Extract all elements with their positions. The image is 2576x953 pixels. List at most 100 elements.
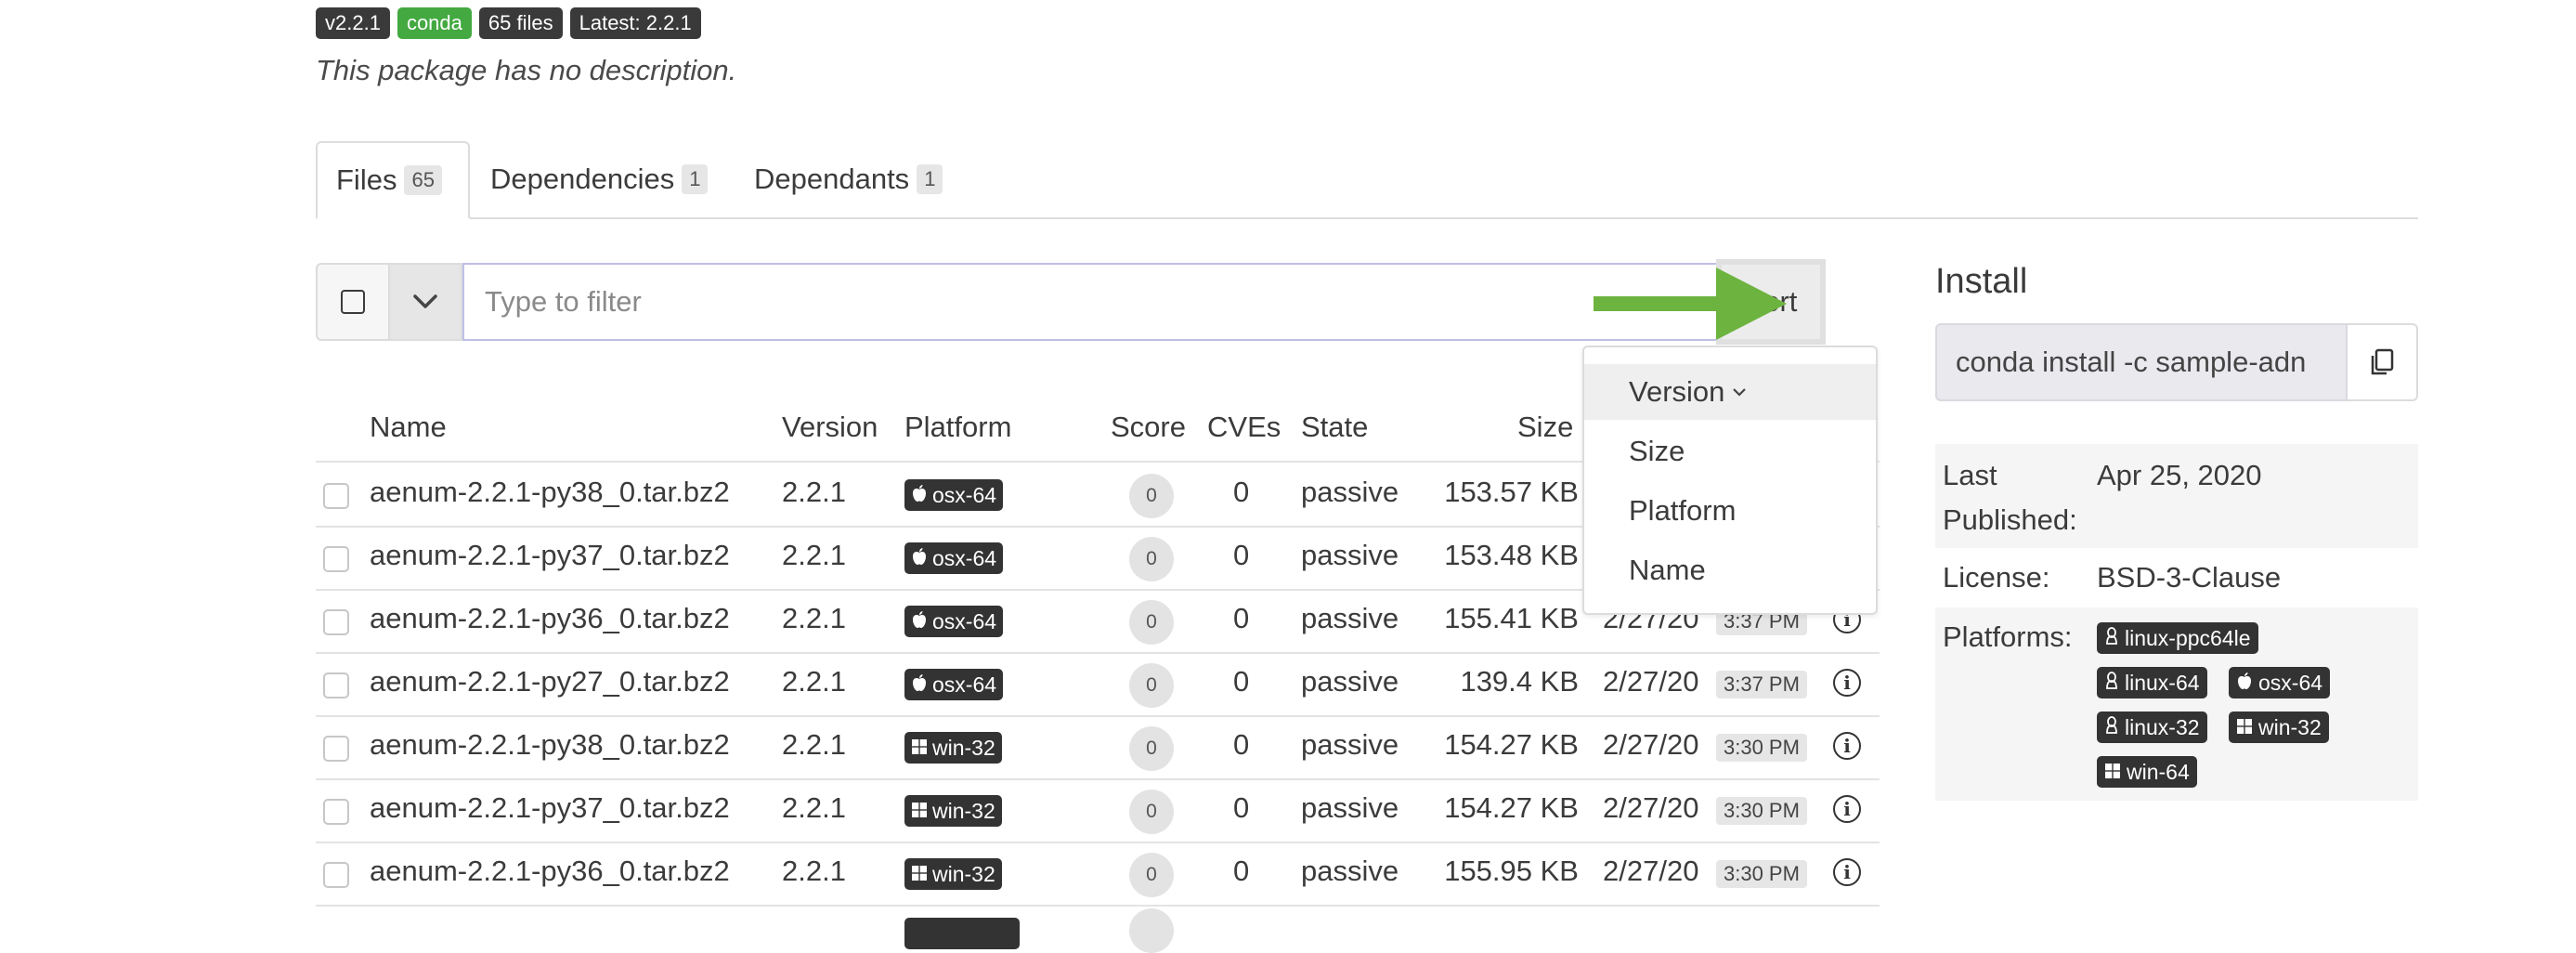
upload-time-badge: 3:30 PM	[1716, 860, 1807, 888]
file-name-link[interactable]: aenum-2.2.1-py38_0.tar.bz2	[370, 728, 730, 762]
windows-icon	[912, 866, 927, 881]
file-name-link[interactable]: aenum-2.2.1-py36_0.tar.bz2	[370, 855, 730, 888]
cve-count: 0	[1233, 539, 1250, 571]
platform-badge-osx-64: osx-64	[2229, 667, 2331, 698]
col-header-score[interactable]: Score	[1111, 411, 1186, 444]
tab-dependants[interactable]: Dependants 1	[735, 141, 961, 217]
file-size: 153.57 KB	[1444, 476, 1579, 508]
table-row[interactable]	[316, 907, 1880, 953]
row-checkbox[interactable]	[323, 546, 349, 572]
select-all-checkbox[interactable]	[341, 290, 365, 314]
platform-badge-linux-ppc64le: linux-ppc64le	[2097, 622, 2258, 654]
col-header-state[interactable]: State	[1301, 411, 1368, 444]
platform-badge-win-32: win-32	[2229, 711, 2329, 743]
file-name-link[interactable]: aenum-2.2.1-py38_0.tar.bz2	[370, 476, 730, 509]
file-version: 2.2.1	[782, 476, 846, 508]
install-command-field[interactable]: conda install -c sample-adn	[1935, 323, 2348, 401]
file-name-link[interactable]: aenum-2.2.1-py27_0.tar.bz2	[370, 665, 730, 698]
platform-label: win-32	[932, 862, 995, 886]
version-badges: v2.2.1 conda 65 files Latest: 2.2.1	[316, 7, 701, 39]
filter-input[interactable]	[462, 263, 1718, 341]
platform-label: osx-64	[932, 483, 997, 507]
apple-icon	[2238, 672, 2251, 689]
file-name-link[interactable]: aenum-2.2.1-py37_0.tar.bz2	[370, 539, 730, 572]
platforms-label: Platforms:	[1943, 620, 2073, 653]
info-icon[interactable]: i	[1833, 795, 1861, 823]
file-state: passive	[1301, 476, 1399, 508]
row-checkbox[interactable]	[323, 609, 349, 635]
info-icon[interactable]: i	[1833, 732, 1861, 760]
col-header-cves[interactable]: CVEs	[1207, 411, 1281, 444]
score-badge: 0	[1129, 537, 1174, 581]
row-checkbox[interactable]	[323, 736, 349, 762]
file-version: 2.2.1	[782, 791, 846, 824]
file-state: passive	[1301, 665, 1399, 698]
row-checkbox[interactable]	[323, 483, 349, 509]
col-header-name[interactable]: Name	[370, 411, 447, 444]
table-row[interactable]: aenum-2.2.1-py27_0.tar.bz2 2.2.1 osx-64 …	[316, 652, 1880, 715]
windows-icon	[912, 803, 927, 817]
tab-dependencies[interactable]: Dependencies 1	[472, 141, 726, 217]
table-row[interactable]: aenum-2.2.1-py36_0.tar.bz2 2.2.1 win-32 …	[316, 842, 1880, 905]
file-name-link[interactable]: aenum-2.2.1-py37_0.tar.bz2	[370, 791, 730, 825]
sort-option-version[interactable]: Version	[1584, 364, 1876, 420]
apple-icon	[913, 485, 926, 502]
upload-time-badge: 3:30 PM	[1716, 797, 1807, 825]
platform-label: win-32	[932, 799, 995, 823]
col-header-platform[interactable]: Platform	[904, 411, 1011, 444]
table-row[interactable]: aenum-2.2.1-py37_0.tar.bz2 2.2.1 win-32 …	[316, 778, 1880, 842]
file-version: 2.2.1	[782, 665, 846, 698]
apple-icon	[913, 674, 926, 691]
latest-version-badge: Latest: 2.2.1	[569, 7, 701, 39]
info-icon[interactable]: i	[1833, 669, 1861, 697]
row-checkbox[interactable]	[323, 799, 349, 825]
col-header-size[interactable]: Size	[1517, 411, 1573, 444]
license-row: License: BSD-3-Clause	[1935, 548, 2418, 606]
row-checkbox[interactable]	[323, 862, 349, 888]
file-version: 2.2.1	[782, 855, 846, 887]
last-published-row: Last Published: Apr 25, 2020	[1935, 444, 2418, 548]
arrow-annotation-icon	[1594, 268, 1787, 340]
linux-icon	[2106, 716, 2117, 734]
platform-badge: osx-64	[904, 542, 1004, 574]
linux-icon	[2106, 672, 2117, 689]
upload-date: 2/27/20	[1603, 791, 1699, 824]
platform-label: win-32	[932, 736, 995, 760]
version-badge: v2.2.1	[316, 7, 390, 39]
file-name-link[interactable]: aenum-2.2.1-py36_0.tar.bz2	[370, 602, 730, 635]
file-size: 153.48 KB	[1444, 539, 1579, 571]
platform-badge: win-32	[904, 732, 1002, 764]
cve-count: 0	[1233, 665, 1250, 698]
col-header-version[interactable]: Version	[782, 411, 878, 444]
install-title: Install	[1935, 262, 2028, 301]
tab-label: Dependencies	[490, 163, 675, 195]
sort-option-platform[interactable]: Platform	[1584, 483, 1876, 539]
install-command-box: conda install -c sample-adn	[1935, 323, 2418, 401]
apple-icon	[913, 548, 926, 565]
sort-option-name[interactable]: Name	[1584, 542, 1876, 598]
upload-date: 2/27/20	[1603, 855, 1699, 887]
cve-count: 0	[1233, 791, 1250, 824]
tab-count-badge: 1	[682, 164, 709, 194]
tab-bar: Files 65 Dependencies 1 Dependants 1	[316, 141, 2418, 219]
bulk-actions-dropdown[interactable]	[388, 263, 462, 341]
info-icon[interactable]: i	[1833, 858, 1861, 886]
platforms-row: Platforms: linux-ppc64le linux-64 osx-64…	[1935, 607, 2418, 801]
platform-badge	[904, 918, 1020, 949]
platform-badge: win-32	[904, 858, 1002, 890]
table-row[interactable]: aenum-2.2.1-py38_0.tar.bz2 2.2.1 win-32 …	[316, 715, 1880, 778]
file-size: 155.41 KB	[1444, 602, 1579, 634]
cve-count: 0	[1233, 476, 1250, 508]
sort-option-size[interactable]: Size	[1584, 424, 1876, 479]
tab-files[interactable]: Files 65	[316, 141, 470, 219]
row-checkbox[interactable]	[323, 672, 349, 698]
copy-button[interactable]	[2348, 323, 2418, 401]
files-count-badge: 65 files	[478, 7, 563, 39]
platform-badge: osx-64	[904, 606, 1004, 637]
file-state: passive	[1301, 539, 1399, 571]
platform-label: osx-64	[932, 609, 997, 633]
sort-dropdown-menu: Version Size Platform Name	[1582, 346, 1878, 615]
platform-badge: osx-64	[904, 669, 1004, 700]
platform-badge: win-32	[904, 795, 1002, 827]
select-all-checkbox-wrapper[interactable]	[316, 263, 388, 341]
